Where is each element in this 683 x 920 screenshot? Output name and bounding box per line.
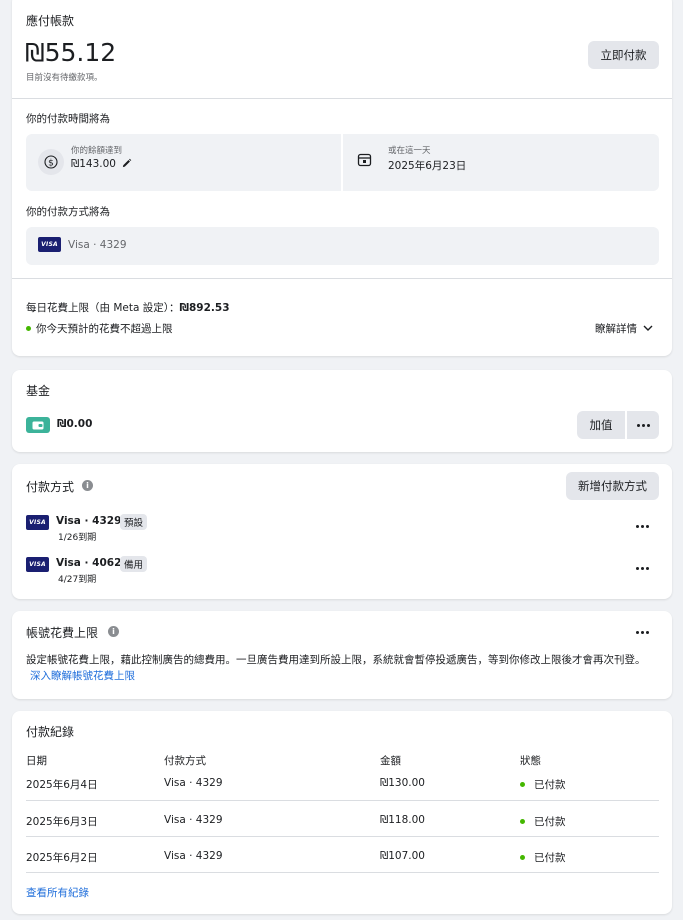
row-status-text: 已付款: [534, 852, 566, 864]
status-dot: [520, 855, 525, 860]
funds-more-button[interactable]: [627, 411, 659, 439]
row-date: 2025年6月2日: [26, 852, 98, 864]
info-icon[interactable]: i: [82, 480, 93, 491]
daily-limit-label: 每日花費上限（由 Meta 設定）：: [26, 302, 180, 314]
payment-schedule-title: 你的付款時間將為: [26, 113, 110, 125]
daily-limit-status: 你今天預計的花費不超過上限: [26, 321, 173, 336]
row-status: 已付款: [520, 850, 566, 865]
payment-methods-title: 付款方式: [26, 480, 75, 494]
threshold-caption: 你的餘額達到: [71, 146, 123, 156]
card-badge: 備用: [120, 556, 148, 572]
add-funds-button[interactable]: 加值: [577, 411, 625, 439]
card-name: Visa · 4062: [56, 557, 122, 569]
spending-limit-text: 設定帳號花費上限，藉此控制廣告的總費用。一旦廣告費用達到所設上限，系統就會暫停投…: [26, 654, 646, 666]
threshold-value: ₪143.00: [71, 158, 116, 170]
payment-method-title: 你的付款方式將為: [26, 206, 110, 218]
learn-more-label: 瞭解詳情: [595, 323, 637, 335]
amount-due-note: 目前沒有待繳款項。: [26, 73, 103, 83]
column-header-date: 日期: [26, 755, 47, 767]
row-status-text: 已付款: [534, 779, 566, 791]
funds-title: 基金: [26, 384, 51, 398]
visa-card-icon: VISA: [26, 515, 49, 530]
payment-history-title: 付款紀錄: [26, 725, 75, 739]
svg-text:$: $: [48, 158, 54, 168]
row-method: Visa · 4329: [164, 777, 223, 789]
payment-card-row[interactable]: VISA Visa · 4062 備用 4/27到期: [12, 552, 672, 588]
card-expiry: 4/27到期: [58, 575, 97, 585]
row-status: 已付款: [520, 777, 566, 792]
row-date: 2025年6月4日: [26, 779, 98, 791]
row-amount: ₪107.00: [380, 850, 425, 862]
date-box: 或在這一天 2025年6月23日: [343, 134, 659, 191]
date-value: 2025年6月23日: [388, 160, 467, 172]
payment-history-card: 付款紀錄 日期 付款方式 金額 狀態 2025年6月4日 Visa · 4329…: [12, 711, 672, 914]
row-method: Visa · 4329: [164, 814, 223, 826]
status-dot: [26, 326, 31, 331]
visa-card-icon: VISA: [26, 557, 49, 572]
card-more-button[interactable]: [632, 561, 652, 575]
card-name: Visa · 4329: [56, 515, 122, 527]
row-divider: [26, 800, 659, 801]
pay-now-button[interactable]: 立即付款: [588, 41, 659, 69]
funds-card: 基金 ₪0.00 加值: [12, 370, 672, 452]
daily-limit-value: ₪892.53: [179, 302, 230, 314]
row-divider: [26, 836, 659, 837]
row-status-text: 已付款: [534, 816, 566, 828]
wallet-icon: [26, 417, 50, 433]
row-method: Visa · 4329: [164, 850, 223, 862]
selected-method-label: Visa · 4329: [68, 239, 127, 251]
spending-limit-description: 設定帳號花費上限，藉此控制廣告的總費用。一旦廣告費用達到所設上限，系統就會暫停投…: [26, 653, 656, 684]
column-header-amount: 金額: [380, 755, 401, 767]
divider: [12, 278, 672, 279]
spending-limit-more-button[interactable]: [632, 625, 652, 639]
card-expiry: 1/26到期: [58, 533, 97, 543]
table-row: 2025年6月3日 Visa · 4329 ₪118.00 已付款: [12, 810, 672, 836]
amount-due-value: ₪55.12: [25, 38, 117, 67]
learn-more-toggle[interactable]: 瞭解詳情: [595, 321, 653, 336]
add-payment-method-button[interactable]: 新增付款方式: [566, 472, 659, 500]
table-row: 2025年6月4日 Visa · 4329 ₪130.00 已付款: [12, 773, 672, 799]
date-caption: 或在這一天: [388, 146, 431, 156]
visa-card-icon: VISA: [38, 237, 61, 252]
chevron-down-icon: [643, 325, 653, 332]
status-dot: [520, 782, 525, 787]
payment-methods-card: 付款方式 i 新增付款方式 VISA Visa · 4329 預設 1/26到期…: [12, 464, 672, 599]
card-more-button[interactable]: [632, 519, 652, 533]
threshold-box: $ 你的餘額達到 ₪143.00: [26, 134, 341, 191]
selected-method-box: VISA Visa · 4329: [26, 227, 659, 265]
status-dot: [520, 819, 525, 824]
payment-card-row[interactable]: VISA Visa · 4329 預設 1/26到期: [12, 510, 672, 546]
calendar-icon: [357, 152, 373, 168]
dollar-coin-icon: $: [38, 149, 64, 175]
column-header-status: 狀態: [520, 755, 541, 767]
row-amount: ₪130.00: [380, 777, 425, 789]
column-header-method: 付款方式: [164, 755, 206, 767]
daily-limit-status-text: 你今天預計的花費不超過上限: [36, 323, 173, 335]
card-badge: 預設: [120, 514, 148, 530]
amount-due-title: 應付帳款: [26, 14, 75, 28]
view-all-history-link[interactable]: 查看所有紀錄: [26, 885, 89, 900]
table-row: 2025年6月2日 Visa · 4329 ₪107.00 已付款: [12, 846, 672, 872]
row-divider: [26, 872, 659, 873]
row-date: 2025年6月3日: [26, 816, 98, 828]
info-icon[interactable]: i: [108, 626, 119, 637]
amount-due-card: 應付帳款 ₪55.12 目前沒有待繳款項。 立即付款 你的付款時間將為 $ 你的…: [12, 0, 672, 356]
funds-balance: ₪0.00: [57, 418, 93, 430]
spending-limit-card: 帳號花費上限 i 設定帳號花費上限，藉此控制廣告的總費用。一旦廣告費用達到所設上…: [12, 611, 672, 699]
edit-pencil-icon[interactable]: [121, 158, 133, 170]
spending-limit-link[interactable]: 深入瞭解帳號花費上限: [30, 670, 135, 682]
spending-limit-title: 帳號花費上限: [26, 626, 99, 640]
row-amount: ₪118.00: [380, 814, 425, 826]
daily-limit: 每日花費上限（由 Meta 設定）：₪892.53: [26, 300, 230, 315]
divider: [12, 98, 672, 99]
row-status: 已付款: [520, 814, 566, 829]
